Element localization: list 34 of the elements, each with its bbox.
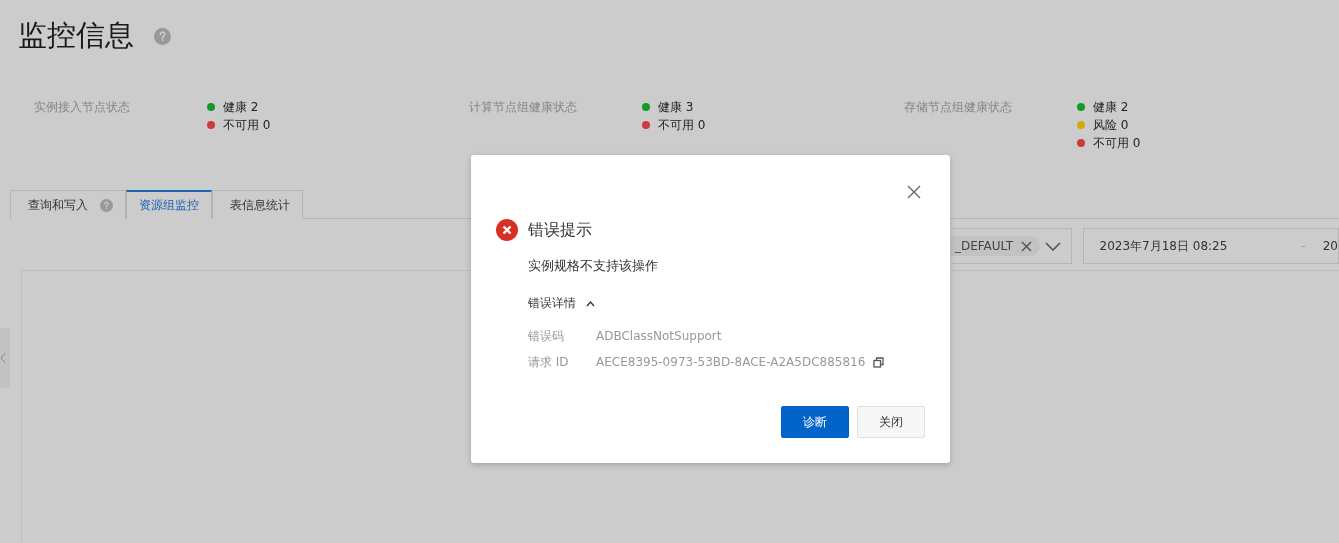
status-count: 不可用 0 <box>1093 134 1141 152</box>
chevron-down-icon <box>1044 241 1061 251</box>
date-range-field[interactable]: 2023年7月18日 08:25 - 20 <box>1082 228 1339 264</box>
status-count: 健康 2 <box>1093 98 1129 116</box>
detail-value: AECE8395-0973-53BD-8ACE-A2A5DC885816 <box>596 355 866 369</box>
tab[interactable]: 表信息统计 <box>212 190 303 219</box>
caret-icon <box>586 300 595 307</box>
status-label: 实例接入节点状态 <box>34 99 131 116</box>
status-label: 计算节点组健康状态 <box>469 99 578 116</box>
diagnose-button[interactable]: 诊断 <box>781 406 849 438</box>
status-count: 风险 0 <box>1093 116 1129 134</box>
details-toggle[interactable]: 错误详情 <box>528 295 595 312</box>
detail-value: ADBClassNotSupport <box>596 329 722 343</box>
status-label: 存储节点组健康状态 <box>904 99 1013 116</box>
selected-tag[interactable]: _DEFAULT <box>951 236 1040 256</box>
dialog-title: 错误提示 <box>528 219 592 241</box>
tab[interactable]: 查询和写入 <box>10 190 126 219</box>
error-icon <box>496 219 518 241</box>
remove-icon[interactable] <box>1021 240 1032 252</box>
resource-group-select[interactable]: _DEFAULT <box>951 228 1072 264</box>
close-icon[interactable] <box>907 185 921 199</box>
status-count: 不可用 0 <box>658 116 706 134</box>
error-message: 实例规格不支持该操作 <box>528 257 659 275</box>
chevron-left-icon <box>0 352 6 364</box>
detail-label: 请求 ID <box>528 353 570 371</box>
status-count: 健康 3 <box>658 98 694 116</box>
copy-icon[interactable] <box>873 356 885 368</box>
detail-label: 错误码 <box>528 327 565 345</box>
collapse-handle[interactable] <box>0 328 10 388</box>
status-count: 不可用 0 <box>223 116 271 134</box>
close-button[interactable]: 关闭 <box>857 406 925 438</box>
page-title: 监控信息 <box>18 17 134 54</box>
status-count: 健康 2 <box>223 98 259 116</box>
tab[interactable]: 资源组监控 <box>126 190 212 219</box>
